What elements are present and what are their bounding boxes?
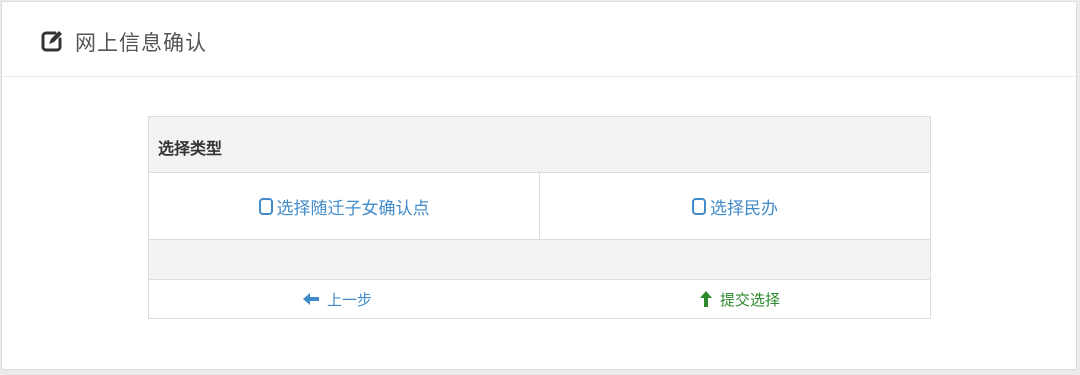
table-header-label: 选择类型	[158, 139, 223, 158]
option-private-school[interactable]: 选择民办	[540, 173, 930, 239]
submit-selection-label[interactable]: 提交选择	[720, 289, 780, 310]
empty-row	[149, 240, 930, 280]
actions-row: 上一步 提交选择	[149, 280, 930, 318]
arrow-left-icon	[303, 293, 319, 305]
option-label[interactable]: 选择民办	[710, 194, 778, 219]
page-title: 网上信息确认	[75, 31, 207, 55]
info-confirm-panel: 网上信息确认 选择类型 选择随迁子女确认点 选择民办 上一步 提交选择	[1, 1, 1077, 370]
option-migrant-children-point[interactable]: 选择随迁子女确认点	[149, 173, 540, 239]
option-label[interactable]: 选择随迁子女确认点	[277, 194, 430, 219]
arrow-up-icon	[700, 291, 712, 307]
table-header-row: 选择类型	[149, 117, 930, 173]
edit-icon	[41, 31, 62, 52]
options-row: 选择随迁子女确认点 选择民办	[149, 173, 930, 240]
panel-heading: 网上信息确认	[2, 2, 1076, 77]
submit-selection-button[interactable]: 提交选择	[700, 280, 780, 318]
radio-unchecked-icon[interactable]	[692, 197, 706, 215]
radio-unchecked-icon[interactable]	[258, 197, 273, 215]
select-type-table: 选择类型 选择随迁子女确认点 选择民办 上一步 提交选择	[148, 116, 931, 319]
prev-step-button[interactable]: 上一步	[303, 280, 372, 318]
prev-step-label[interactable]: 上一步	[327, 289, 372, 310]
